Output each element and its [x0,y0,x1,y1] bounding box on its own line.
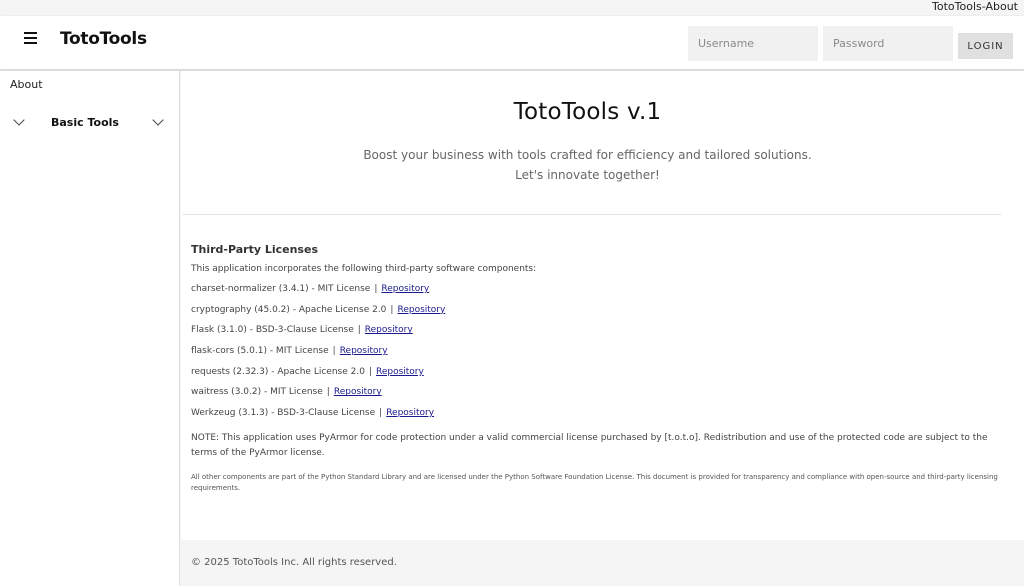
list-item: waitress (3.0.2) - MIT License | Repositor… [191,387,1001,408]
chevron-down-icon [13,114,25,126]
separator: | [379,408,383,419]
repository-link[interactable]: Repository [376,367,424,377]
separator: | [368,366,372,377]
page-subtitle: Boost your business with tools crafted f… [363,148,812,182]
list-item: Flask (3.1.0) - BSD-3-Clause License | Rep… [191,325,1001,346]
license-text: Werkzeug (3.1.3) - BSD-3-Clause License [191,408,376,419]
sidebar: About Basic Tools [0,71,180,586]
repository-link[interactable]: Repository [334,387,382,397]
license-text: flask-cors (5.0.1) - MIT License [191,346,329,357]
license-text: Flask (3.1.0) - BSD-3-Clause License [191,325,354,336]
license-text: requests (2.32.3) - Apache License 2.0 [191,366,365,377]
list-item: Werkzeug (3.1.3) - BSD-3-Clause License |… [191,408,1001,429]
separator: | [332,346,336,357]
list-item: flask-cors (5.0.1) - MIT License | Reposit… [191,346,1001,367]
list-item: charset-normalizer (3.4.1) - MIT License… [191,284,1001,305]
window-title: TotoTools-About [0,0,1024,16]
licenses-title: Third-Party Licenses [191,243,318,256]
license-text: charset-normalizer (3.4.1) - MIT License [191,284,371,294]
sidebar-item-about[interactable]: About [10,78,43,91]
repository-link[interactable]: Repository [386,408,434,418]
licenses-intro: This application incorporates the follow… [191,264,537,274]
sidebar-group-basic-tools[interactable]: Basic Tools [0,112,180,134]
footer: © 2025 TotoTools Inc. All rights reserve… [181,540,1024,586]
main-content: TotoTools v.1 Boost your business with t… [181,71,1024,540]
license-text: waitress (3.0.2) - MIT License [191,387,323,398]
repository-link[interactable]: Repository [365,325,413,335]
brand-logo[interactable]: TotoTools [60,29,147,49]
repository-link[interactable]: Repository [381,284,429,294]
pyarmor-note: NOTE: This application uses PyArmor for … [191,432,988,458]
chevron-down-icon[interactable] [152,114,164,126]
sidebar-group-label: Basic Tools [51,116,119,129]
username-input[interactable] [688,26,818,61]
separator: | [326,387,330,398]
repository-link[interactable]: Repository [397,305,445,315]
separator: | [357,325,361,336]
separator: | [390,304,394,315]
license-text: cryptography (45.0.2) - Apache License 2… [191,304,387,315]
repository-link[interactable]: Repository [340,346,388,356]
hamburger-menu-icon[interactable] [22,29,42,49]
licenses-list: charset-normalizer (3.4.1) - MIT License… [191,284,1001,429]
page-title: TotoTools v.1 [513,99,662,125]
small-print: All other components are part of the Pyt… [191,472,998,492]
separator: | [374,284,378,294]
list-item: requests (2.32.3) - Apache License 2.0 | R… [191,367,1001,388]
login-button[interactable]: LOGIN [958,33,1013,59]
list-item: cryptography (45.0.2) - Apache License 2… [191,305,1001,326]
licenses-section: Third-Party Licenses This application in… [191,243,1001,494]
password-input[interactable] [823,26,953,61]
top-header: TotoTools LOGIN [0,16,1024,70]
divider [183,214,1001,215]
